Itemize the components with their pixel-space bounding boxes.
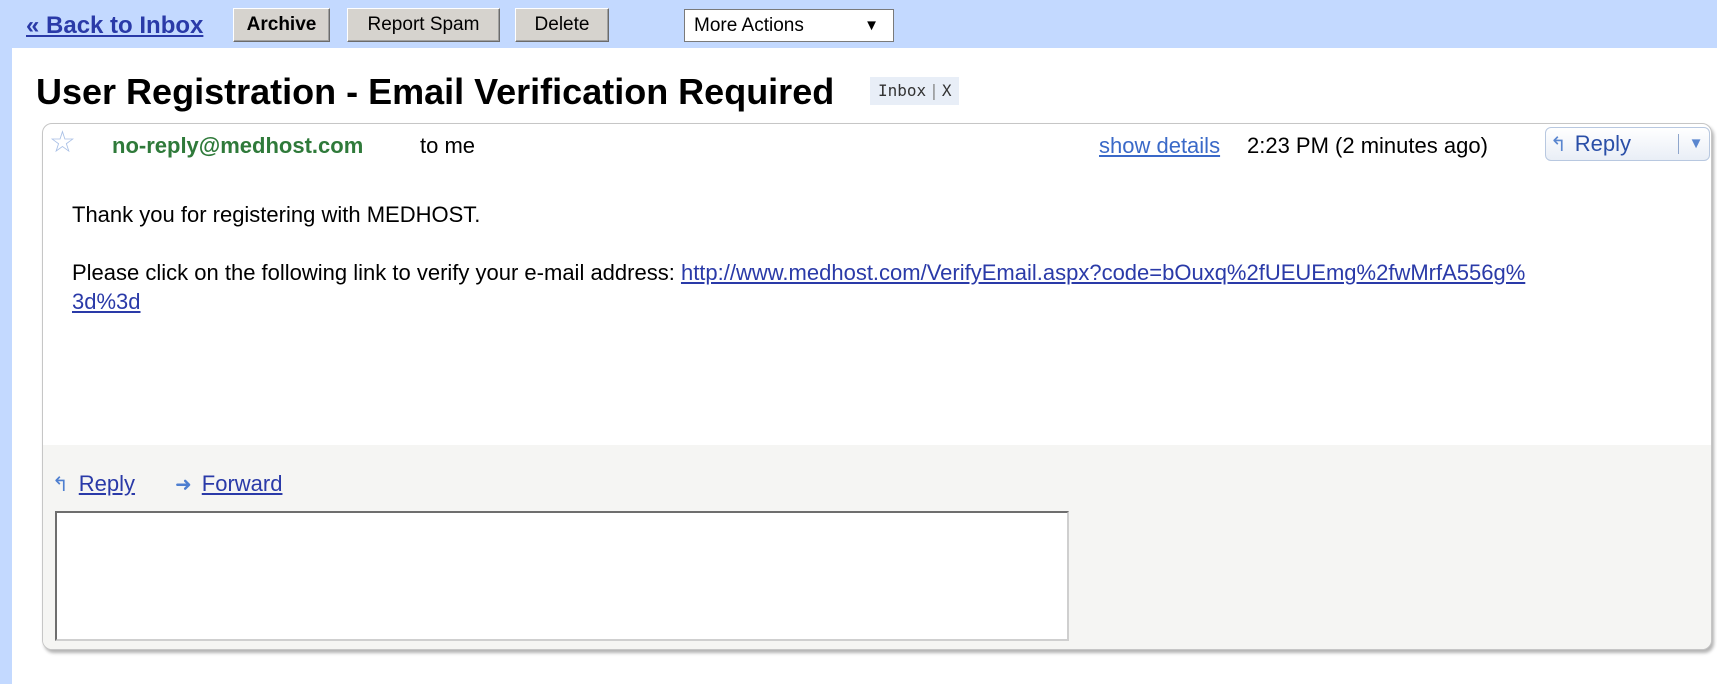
label-separator: | bbox=[929, 81, 939, 100]
quick-reply-label: Reply bbox=[78, 471, 136, 496]
archive-button[interactable]: Archive bbox=[233, 8, 330, 42]
body-verify-text: Please click on the following link to ve… bbox=[72, 260, 675, 285]
remove-label-button[interactable]: X bbox=[942, 81, 952, 100]
reply-icon: ↰ bbox=[52, 474, 69, 496]
more-actions-label: More Actions bbox=[694, 15, 804, 36]
quick-forward-link[interactable]: ➜ Forward bbox=[175, 471, 282, 497]
quick-forward-label: Forward bbox=[201, 471, 283, 496]
reply-dropdown-button[interactable]: ▼ bbox=[1684, 128, 1708, 160]
body-greeting: Thank you for registering with MEDHOST. bbox=[72, 202, 481, 227]
delete-button[interactable]: Delete bbox=[515, 8, 609, 42]
back-to-inbox-link[interactable]: « Back to Inbox bbox=[26, 12, 203, 40]
reply-divider bbox=[1678, 134, 1679, 154]
quick-reply-textarea[interactable] bbox=[55, 511, 1069, 641]
body-verify-paragraph: Please click on the following link to ve… bbox=[72, 258, 1532, 316]
reply-split-button: ↰ Reply ▼ bbox=[1545, 127, 1710, 161]
message-timestamp: 2:23 PM (2 minutes ago) bbox=[1247, 133, 1488, 158]
inbox-label-chip: Inbox | X bbox=[870, 77, 960, 105]
forward-icon: ➜ bbox=[175, 474, 192, 496]
reply-button-label: Reply bbox=[1574, 131, 1632, 156]
report-spam-button[interactable]: Report Spam bbox=[347, 8, 500, 42]
quick-reply-area: ↰ Reply ➜ Forward bbox=[43, 445, 1711, 649]
reply-button[interactable]: ↰ Reply bbox=[1550, 128, 1631, 160]
message-card: ☆ no-reply@medhost.com to me show detail… bbox=[42, 123, 1712, 650]
recipient-text: to me bbox=[420, 133, 476, 158]
reply-icon: ↰ bbox=[1550, 134, 1567, 156]
quick-reply-link[interactable]: ↰ Reply bbox=[52, 471, 135, 497]
message-subject: User Registration - Email Verification R… bbox=[36, 71, 835, 112]
show-details-link[interactable]: show details bbox=[1099, 133, 1220, 159]
star-icon[interactable]: ☆ bbox=[49, 128, 76, 158]
more-actions-select[interactable]: More Actions ▼ bbox=[684, 9, 894, 42]
left-frame-strip bbox=[0, 48, 12, 684]
chevron-down-icon: ▼ bbox=[864, 17, 879, 34]
label-name: Inbox bbox=[878, 81, 927, 100]
sender-address[interactable]: no-reply@medhost.com bbox=[112, 133, 363, 159]
